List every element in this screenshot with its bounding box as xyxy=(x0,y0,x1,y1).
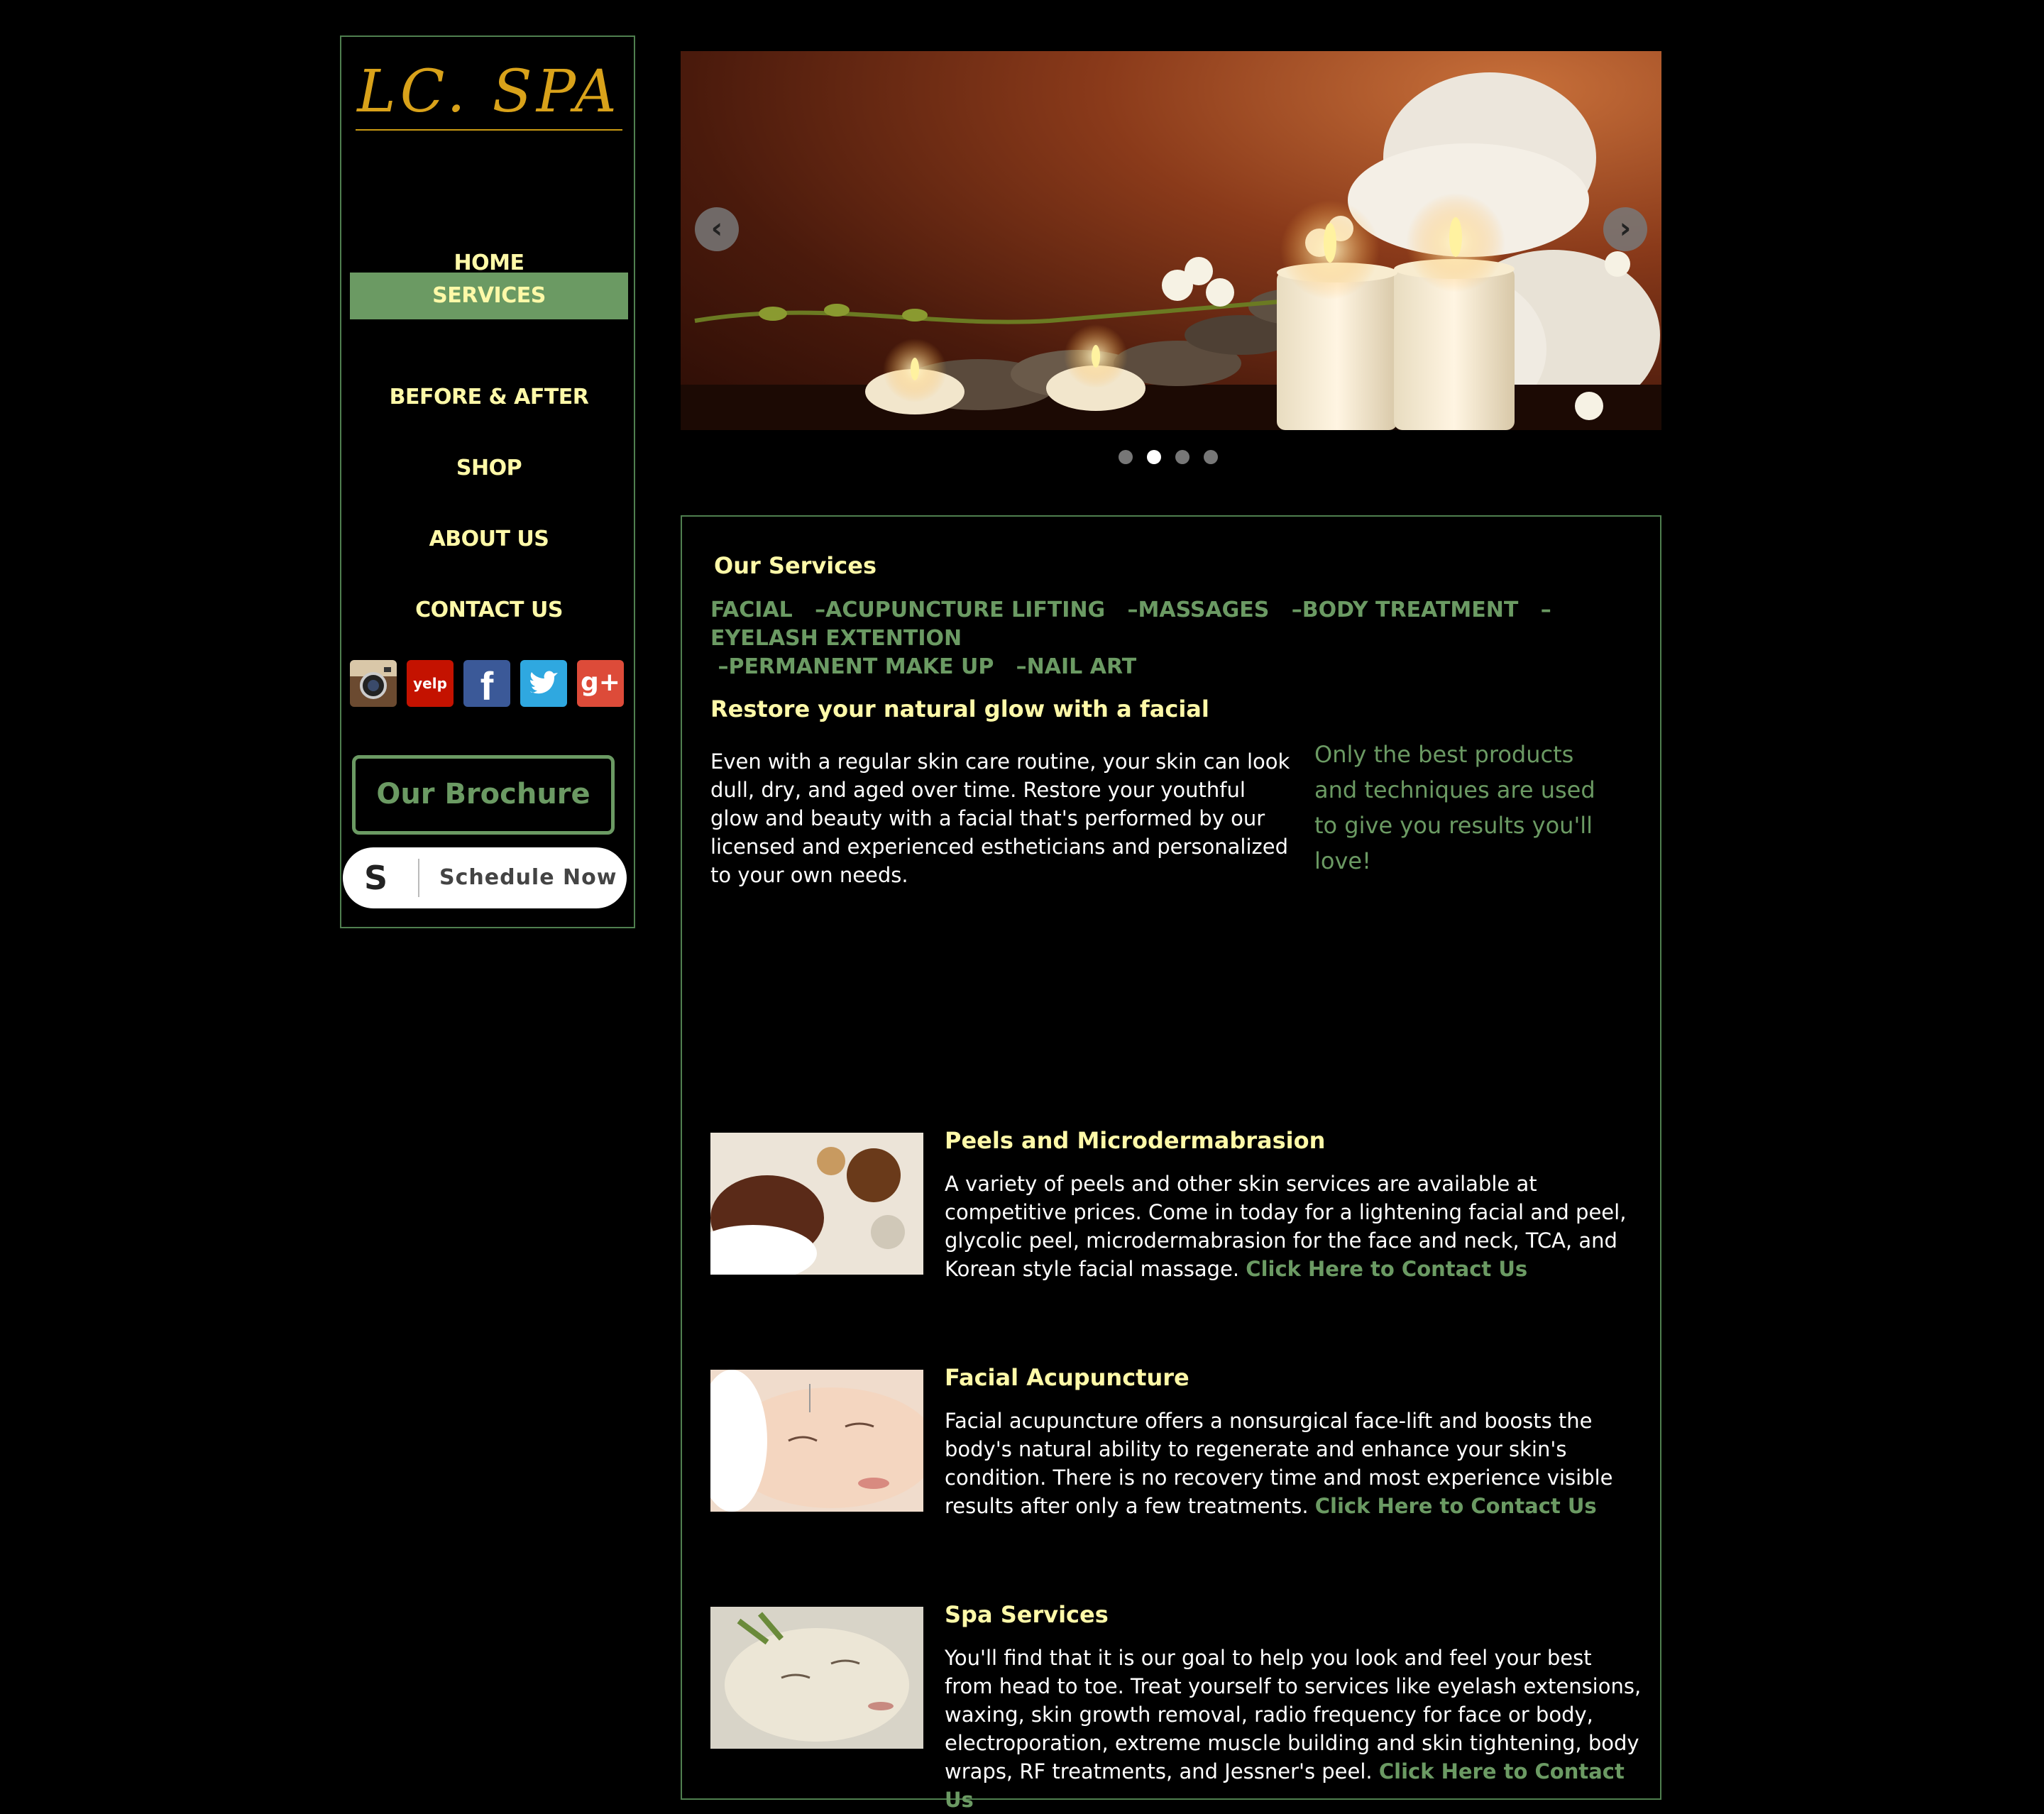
google-plus-icon-label: g+ xyxy=(581,668,620,697)
spa-image xyxy=(710,1607,923,1749)
services-title: Our Services xyxy=(714,552,877,579)
link-separator: – xyxy=(1291,598,1302,622)
nav-shop[interactable]: SHOP xyxy=(350,445,628,492)
facial-description: Even with a regular skin care routine, y… xyxy=(710,749,1290,887)
yelp-icon[interactable]: yelp xyxy=(407,660,454,707)
link-separator: – xyxy=(718,654,729,679)
yelp-icon-label: yelp xyxy=(413,675,447,692)
slider-prev-button[interactable]: ‹ xyxy=(695,207,739,251)
link-separator: – xyxy=(1127,598,1138,622)
peels-description: A variety of peels and other skin servic… xyxy=(945,1170,1644,1283)
google-plus-icon[interactable]: g+ xyxy=(577,660,624,707)
instagram-icon[interactable] xyxy=(350,660,397,707)
schedule-now-label: Schedule Now xyxy=(439,865,617,890)
facial-heading: Restore your natural glow with a facial xyxy=(710,696,1209,722)
peels-image xyxy=(710,1133,923,1275)
slider-dot-1[interactable] xyxy=(1119,450,1133,464)
nav-before-after[interactable]: BEFORE & AFTER xyxy=(350,374,628,421)
twitter-icon[interactable] xyxy=(520,660,567,707)
slider-dot-3[interactable] xyxy=(1175,450,1189,464)
spa-title: Spa Services xyxy=(945,1601,1109,1628)
slider-dots xyxy=(1119,450,1225,466)
link-separator: – xyxy=(815,598,826,622)
spa-candles-image xyxy=(681,72,1661,430)
acupuncture-description: Facial acupuncture offers a nonsurgical … xyxy=(945,1407,1644,1520)
peels-title: Peels and Microdermabrasion xyxy=(945,1127,1326,1154)
peels-contact-link[interactable]: Click Here to Contact Us xyxy=(1246,1257,1527,1281)
service-spa: Spa Services You'll find that it is our … xyxy=(710,1601,1647,1812)
acupuncture-image xyxy=(710,1370,923,1512)
link-facial[interactable]: FACIAL xyxy=(710,598,793,622)
link-acupuncture-lifting[interactable]: ACUPUNCTURE LIFTING xyxy=(825,598,1105,622)
link-massages[interactable]: MASSAGES xyxy=(1138,598,1270,622)
schedule-now-button[interactable]: S Schedule Now xyxy=(343,847,627,908)
schedulicity-logo-icon: S xyxy=(364,859,388,897)
quality-quote: Only the best products and techniques ar… xyxy=(1314,741,1595,874)
service-peels: Peels and Microdermabrasion A variety of… xyxy=(710,1127,1647,1289)
link-eyelash-extention[interactable]: EYELASH EXTENTION xyxy=(710,626,962,651)
link-separator: – xyxy=(1540,598,1551,622)
link-permanent-make-up[interactable]: PERMANENT MAKE UP xyxy=(728,654,994,679)
nav-about-us[interactable]: ABOUT US xyxy=(350,516,628,563)
facebook-icon-label: f xyxy=(480,664,494,708)
link-separator: – xyxy=(1016,654,1027,679)
social-links: yelp f g+ xyxy=(350,660,628,708)
slider-next-button[interactable]: › xyxy=(1603,207,1647,251)
logo[interactable]: LC. SPA xyxy=(356,58,622,131)
nav-contact-us[interactable]: CONTACT US xyxy=(350,587,628,634)
brochure-button[interactable]: Our Brochure xyxy=(352,755,615,835)
spa-description: You'll find that it is our goal to help … xyxy=(945,1644,1644,1814)
hero-slider: ‹ › xyxy=(681,51,1661,430)
acupuncture-title: Facial Acupuncture xyxy=(945,1364,1189,1391)
slider-dot-2[interactable] xyxy=(1147,450,1161,464)
facebook-icon[interactable]: f xyxy=(463,660,510,708)
link-nail-art[interactable]: NAIL ART xyxy=(1027,654,1136,679)
service-links: FACIAL –ACUPUNCTURE LIFTING –MASSAGES –B… xyxy=(710,596,1633,681)
link-body-treatment[interactable]: BODY TREATMENT xyxy=(1302,598,1519,622)
acupuncture-contact-link[interactable]: Click Here to Contact Us xyxy=(1315,1494,1597,1518)
slider-dot-4[interactable] xyxy=(1204,450,1218,464)
sidebar: LC. SPA HOME SERVICES BEFORE & AFTER SHO… xyxy=(340,35,635,928)
service-facial-acupuncture: Facial Acupuncture Facial acupuncture of… xyxy=(710,1364,1647,1526)
schedule-divider xyxy=(418,859,419,897)
services-content: Our Services FACIAL –ACUPUNCTURE LIFTING… xyxy=(681,515,1661,1812)
nav-services[interactable]: SERVICES xyxy=(350,273,628,319)
